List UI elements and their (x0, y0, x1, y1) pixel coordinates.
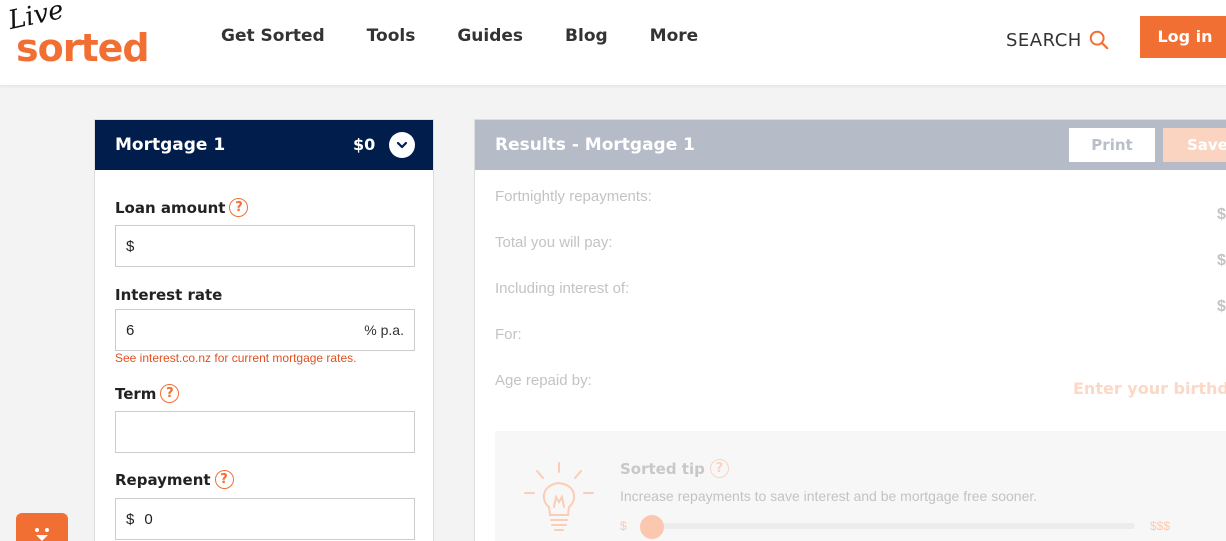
term-label-text: Term (115, 384, 157, 403)
mortgage-title: Mortgage 1 (115, 135, 226, 155)
repayment-input[interactable]: $ 0 (115, 498, 415, 540)
slider-min-label: $ (620, 519, 627, 533)
collapse-toggle-button[interactable] (389, 132, 415, 158)
sorted-tip-box: Sorted tip ? Increase repayments to save… (495, 431, 1226, 541)
term-help-icon[interactable]: ? (160, 384, 180, 403)
interest-rate-value: 6 (126, 321, 135, 339)
save-button[interactable]: Save (1163, 128, 1226, 162)
results-panel: Results - Mortgage 1 Print Save Fortnigh… (474, 119, 1226, 541)
logo-sorted-text: sorted (16, 26, 150, 70)
loan-currency-prefix: $ (126, 237, 135, 255)
fortnightly-repayments-value: $ (1217, 206, 1226, 223)
term-input[interactable] (115, 411, 415, 453)
results-title: Results - Mortgage 1 (495, 135, 695, 155)
sorted-tip-text: Increase repayments to save interest and… (620, 488, 1038, 504)
main-nav: Get Sorted Tools Guides Blog More (221, 26, 740, 46)
repayment-slider-thumb[interactable] (640, 515, 664, 539)
fortnightly-repayments-label: Fortnightly repayments: (495, 188, 652, 205)
sorted-tip-title-text: Sorted tip (620, 459, 705, 478)
repayment-help-icon[interactable]: ? (214, 470, 234, 489)
repayment-currency-prefix: $ (126, 510, 135, 528)
sorted-tip-title: Sorted tip ? (620, 459, 729, 478)
loan-amount-input[interactable]: $ (115, 225, 415, 267)
loan-amount-label: Loan amount ? (115, 198, 249, 217)
repayment-value: 0 (144, 510, 153, 528)
nav-more[interactable]: More (650, 26, 699, 46)
search-label: SEARCH (1006, 29, 1082, 51)
mortgage-total: $0 (353, 135, 376, 154)
repayment-label: Repayment ? (115, 470, 234, 489)
enter-birthdate-link[interactable]: Enter your birthdat (1073, 379, 1226, 398)
print-button[interactable]: Print (1069, 128, 1155, 162)
age-repaid-label: Age repaid by: (495, 372, 592, 389)
loan-amount-label-text: Loan amount (115, 198, 226, 217)
results-header: Results - Mortgage 1 Print Save (475, 120, 1226, 170)
search-button[interactable]: SEARCH (1006, 29, 1110, 51)
nav-tools[interactable]: Tools (367, 26, 416, 46)
total-pay-value: $ (1217, 252, 1226, 269)
chat-face-icon (35, 528, 49, 541)
interest-rate-note[interactable]: See interest.co.nz for current mortgage … (115, 351, 356, 365)
nav-get-sorted[interactable]: Get Sorted (221, 26, 325, 46)
site-header: Live sorted Get Sorted Tools Guides Blog… (0, 0, 1226, 86)
interest-value: $ (1217, 298, 1226, 315)
loan-help-icon[interactable]: ? (229, 198, 249, 217)
interest-rate-label-text: Interest rate (115, 286, 223, 304)
mortgage-panel-header[interactable]: Mortgage 1 $0 (95, 120, 433, 170)
tip-help-icon[interactable]: ? (709, 459, 729, 478)
nav-guides[interactable]: Guides (457, 26, 523, 46)
login-button[interactable]: Log in (1140, 16, 1226, 58)
interest-rate-label: Interest rate (115, 286, 222, 304)
mortgage-panel: Mortgage 1 $0 Loan amount ? $ Interest r… (94, 119, 434, 541)
term-label: Term ? (115, 384, 180, 403)
repayment-slider-track[interactable] (645, 523, 1135, 529)
total-pay-label: Total you will pay: (495, 234, 613, 251)
nav-blog[interactable]: Blog (565, 26, 608, 46)
live-sorted-logo[interactable]: Live sorted (6, 0, 160, 74)
search-icon (1089, 30, 1109, 50)
interest-rate-suffix: % p.a. (364, 322, 404, 338)
chat-widget-button[interactable] (16, 513, 68, 541)
chevron-down-icon (396, 141, 408, 149)
interest-label: Including interest of: (495, 280, 630, 297)
interest-rate-input[interactable]: 6 % p.a. (115, 309, 415, 351)
for-label: For: (495, 326, 522, 343)
slider-max-label: $$$ (1150, 519, 1171, 533)
repayment-label-text: Repayment (115, 470, 211, 489)
lightbulb-icon (524, 462, 594, 531)
